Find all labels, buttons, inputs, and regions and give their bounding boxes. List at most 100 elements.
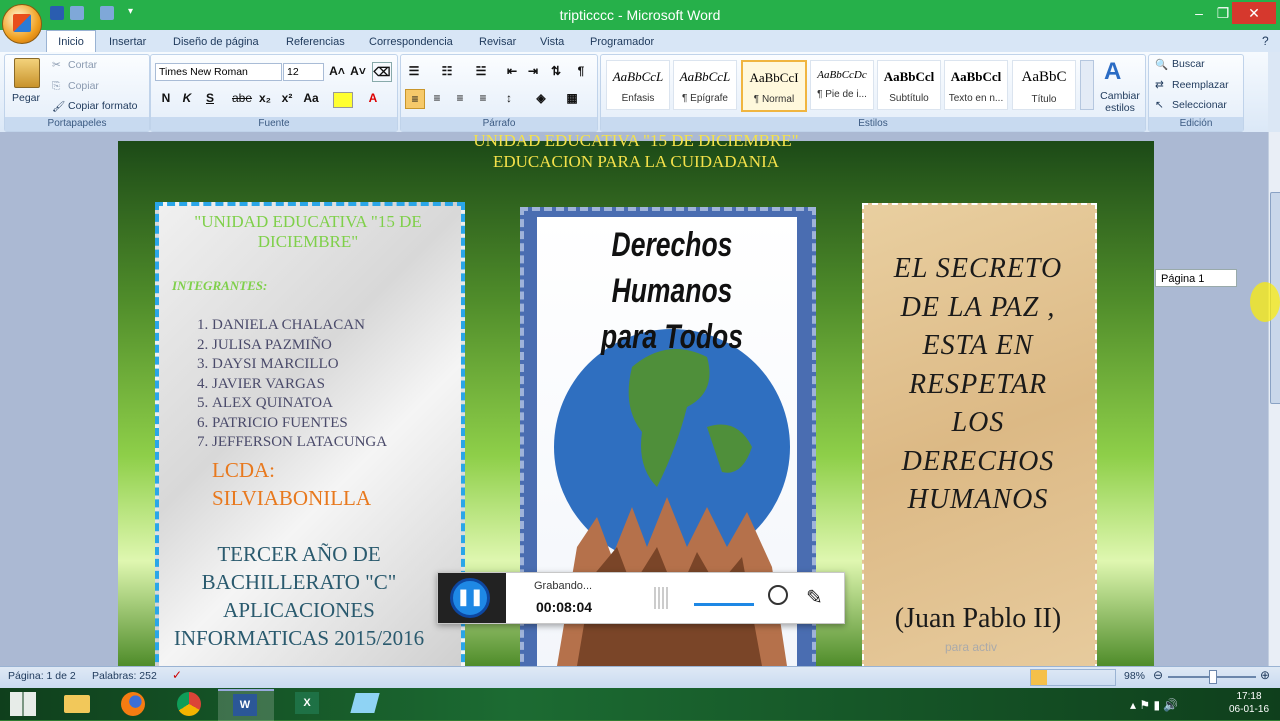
style-subtitulo[interactable]: AaBbCcl Subtítulo (877, 60, 941, 110)
copy-button[interactable]: Copiar (68, 80, 99, 92)
windows-start-icon[interactable] (10, 692, 36, 716)
tab-revisar[interactable]: Revisar (479, 33, 516, 51)
line-spacing-icon[interactable]: ↕ (500, 89, 518, 107)
style-epigrafe[interactable]: AaBbCcL ¶ Epígrafe (673, 60, 737, 110)
tab-vista[interactable]: Vista (540, 33, 564, 51)
align-right-icon[interactable]: ≡ (451, 89, 469, 107)
paste-icon[interactable] (14, 58, 40, 88)
recording-time: 00:08:04 (536, 599, 593, 615)
borders-icon[interactable]: ▦ (563, 89, 581, 107)
align-left-icon[interactable]: ≡ (405, 89, 425, 109)
italic-button[interactable]: K (178, 89, 196, 107)
paragraph-group-label: Párrafo (401, 117, 597, 131)
tab-programador[interactable]: Programador (590, 33, 654, 51)
underline-button[interactable]: S (201, 89, 219, 107)
office-button[interactable] (2, 4, 42, 44)
style-pie-de-imagen[interactable]: AaBbCcDc ¶ Pie de i... (810, 60, 874, 110)
members-list: DANIELA CHALACAN JULISA PAZMIÑO DAYSI MA… (172, 316, 387, 453)
view-buttons[interactable] (1030, 669, 1116, 686)
select-icon[interactable]: ↖ (1155, 99, 1164, 111)
paste-button[interactable]: Pegar (12, 92, 40, 104)
clear-format-icon[interactable]: ⌫ (372, 62, 392, 82)
increase-indent-icon[interactable]: ⇥ (524, 62, 542, 80)
shrink-font-icon[interactable]: A˅ (349, 62, 367, 80)
cursor-highlight (1250, 282, 1280, 322)
clock[interactable]: 17:18 06-01-16 (1222, 690, 1276, 716)
poster-title-line-1: Derechos Humanos (611, 226, 733, 310)
multilevel-list-icon[interactable]: ☱ (472, 62, 490, 80)
zoom-out-icon[interactable]: ⊖ (1153, 668, 1163, 682)
tray-icons[interactable]: ▴ ⚑ ▮ 🔊 (1130, 698, 1178, 712)
taskbar-chrome[interactable] (162, 689, 218, 719)
highlight-icon[interactable] (333, 92, 353, 108)
style-normal[interactable]: AaBbCcI ¶ Normal (741, 60, 807, 112)
taskbar-firefox[interactable] (106, 689, 162, 719)
bullets-icon[interactable]: ☰ (405, 62, 423, 80)
select-button[interactable]: Seleccionar (1172, 99, 1227, 111)
zoom-level[interactable]: 98% (1124, 670, 1145, 682)
tab-insertar[interactable]: Insertar (109, 33, 146, 51)
clock-date: 06-01-16 (1228, 704, 1270, 715)
close-icon[interactable]: ✕ (1232, 2, 1276, 24)
page-count[interactable]: Página: 1 de 2 (8, 670, 76, 682)
proofing-icon[interactable]: ✓ (172, 668, 182, 682)
taskbar-excel[interactable]: X (280, 689, 336, 719)
style-titulo[interactable]: AaBbC Título (1012, 60, 1076, 110)
format-painter-button[interactable]: Copiar formato (68, 100, 137, 112)
pause-icon[interactable]: ❚❚ (450, 578, 490, 618)
vertical-scrollbar[interactable] (1268, 132, 1280, 666)
cut-icon[interactable]: ✂ (52, 59, 61, 71)
taskbar-word[interactable]: W (218, 689, 274, 721)
show-marks-icon[interactable]: ¶ (572, 62, 590, 80)
zoom-slider-thumb[interactable] (1209, 670, 1217, 684)
superscript-button[interactable]: x² (278, 89, 296, 107)
pencil-icon[interactable]: ✎ (806, 585, 823, 610)
tab-referencias[interactable]: Referencias (286, 33, 345, 51)
word-count[interactable]: Palabras: 252 (92, 670, 157, 682)
webcam-icon[interactable] (768, 585, 788, 605)
header-line-2: EDUCACION PARA LA CUIDADANIA (492, 152, 780, 171)
grow-font-icon[interactable]: A˄ (328, 62, 346, 80)
tab-inicio[interactable]: Inicio (46, 30, 96, 53)
restore-icon[interactable]: ❐ (1212, 2, 1234, 24)
sort-icon[interactable]: ⇅ (547, 62, 565, 80)
subscript-button[interactable]: x₂ (256, 89, 274, 107)
numbering-icon[interactable]: ☷ (438, 62, 456, 80)
font-color-icon[interactable]: A (364, 89, 382, 107)
find-button[interactable]: Buscar (1172, 58, 1205, 70)
change-styles-icon[interactable]: A (1104, 58, 1121, 86)
styles-scroll[interactable] (1080, 60, 1094, 110)
header-line-1: UNIDAD EDUCATIVA "15 DE DICIEMBRE" (473, 131, 799, 147)
zoom-in-icon[interactable]: ⊕ (1260, 668, 1270, 682)
taskbar-explorer[interactable] (50, 689, 106, 719)
editing-group-label: Edición (1149, 117, 1243, 131)
justify-icon[interactable]: ≡ (474, 89, 492, 107)
cut-button[interactable]: Cortar (68, 59, 97, 71)
minimize-icon[interactable]: – (1188, 2, 1210, 24)
shading-icon[interactable]: ◈ (532, 89, 550, 107)
tab-diseno-pagina[interactable]: Diseño de página (173, 33, 259, 51)
format-painter-icon[interactable]: 🖌 (52, 100, 65, 113)
replace-icon[interactable]: ⇄ (1155, 79, 1164, 91)
activation-watermark: para activ (945, 640, 998, 654)
change-styles-button[interactable]: Cambiar estilos (1097, 90, 1143, 114)
find-icon[interactable]: 🔍 (1155, 58, 1168, 71)
style-enfasis[interactable]: AaBbCcL Énfasis (606, 60, 670, 110)
help-icon[interactable]: ? (1262, 34, 1269, 48)
decrease-indent-icon[interactable]: ⇤ (503, 62, 521, 80)
taskbar-app[interactable] (338, 689, 394, 719)
font-name-select[interactable]: Times New Roman (155, 63, 282, 81)
style-name: Título (1031, 94, 1057, 105)
tab-correspondencia[interactable]: Correspondencia (369, 33, 453, 51)
replace-button[interactable]: Reemplazar (1172, 79, 1229, 91)
align-center-icon[interactable]: ≡ (428, 89, 446, 107)
change-case-button[interactable]: Aa (302, 89, 320, 107)
office-logo-icon (13, 14, 31, 32)
volume-slider[interactable] (694, 603, 754, 606)
recording-status: Grabando... (534, 580, 593, 592)
font-size-select[interactable]: 12 (283, 63, 324, 81)
copy-icon[interactable]: ⎘ (52, 80, 60, 93)
strikethrough-button[interactable]: abe (232, 89, 252, 107)
bold-button[interactable]: N (157, 89, 175, 107)
style-texto-en-negrita[interactable]: AaBbCcl Texto en n... (944, 60, 1008, 110)
